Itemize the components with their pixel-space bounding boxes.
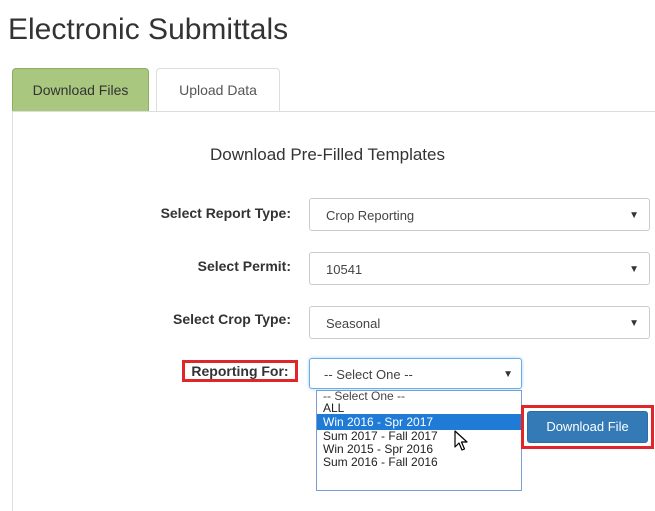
reporting-for-value: -- Select One -- bbox=[324, 367, 413, 382]
crop-type-label: Select Crop Type: bbox=[173, 311, 291, 327]
page-title: Electronic Submittals bbox=[8, 13, 289, 46]
dropdown-option[interactable]: Sum 2016 - Fall 2016 bbox=[317, 456, 521, 469]
dropdown-option-selected[interactable]: Win 2016 - Spr 2017 bbox=[317, 414, 521, 430]
dropdown-option[interactable]: ALL bbox=[317, 402, 521, 414]
crop-type-value: Seasonal bbox=[326, 316, 381, 331]
report-type-label: Select Report Type: bbox=[160, 205, 291, 221]
report-type-select[interactable]: Crop Reporting ▼ bbox=[309, 198, 650, 231]
tab-download-files[interactable]: Download Files bbox=[12, 68, 149, 111]
tab-upload-data[interactable]: Upload Data bbox=[156, 68, 280, 111]
chevron-down-icon: ▼ bbox=[629, 264, 639, 275]
section-subtitle: Download Pre-Filled Templates bbox=[210, 145, 445, 164]
reporting-for-select[interactable]: -- Select One -- ▼ bbox=[309, 358, 522, 389]
crop-type-select[interactable]: Seasonal ▼ bbox=[309, 306, 650, 339]
chevron-down-icon: ▼ bbox=[629, 210, 639, 221]
download-button-highlight: Download File bbox=[521, 405, 654, 449]
reporting-for-dropdown-list: -- Select One -- ALL Win 2016 - Spr 2017… bbox=[316, 390, 522, 491]
permit-label: Select Permit: bbox=[197, 258, 291, 274]
permit-value: 10541 bbox=[326, 262, 363, 277]
reporting-for-label: Reporting For: bbox=[182, 360, 298, 382]
report-type-value: Crop Reporting bbox=[326, 208, 415, 223]
permit-select[interactable]: 10541 ▼ bbox=[309, 252, 650, 285]
dropdown-option[interactable]: -- Select One -- bbox=[317, 390, 521, 402]
chevron-down-icon: ▼ bbox=[629, 318, 639, 329]
mouse-cursor-icon bbox=[454, 430, 468, 451]
download-file-button[interactable]: Download File bbox=[527, 411, 648, 443]
chevron-down-icon: ▼ bbox=[503, 369, 513, 380]
